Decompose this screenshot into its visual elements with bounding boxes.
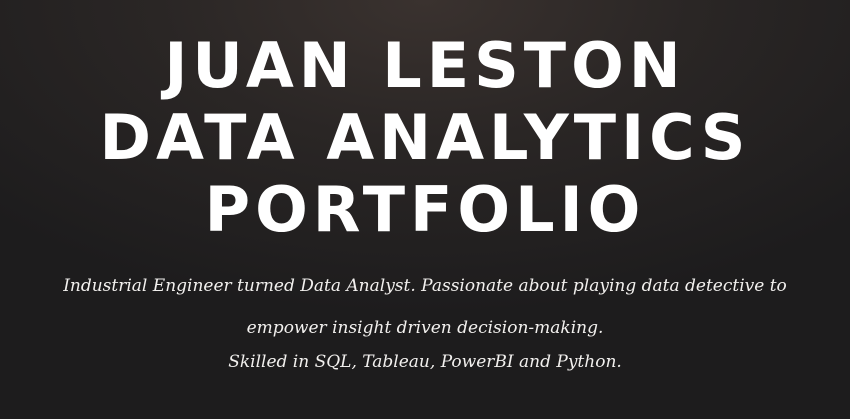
tagline-line-purpose: empower insight driven decision-making.	[246, 318, 604, 338]
page-title: JUAN LESTON DATA ANALYTICS PORTFOLIO	[0, 30, 850, 246]
title-line-portfolio: PORTFOLIO	[204, 173, 646, 246]
hero-section: JUAN LESTON DATA ANALYTICS PORTFOLIO Ind…	[0, 0, 850, 419]
tagline-line-skills: Skilled in SQL, Tableau, PowerBI and Pyt…	[228, 352, 622, 372]
tagline-line-intro: Industrial Engineer turned Data Analyst.…	[63, 276, 787, 296]
tagline: Industrial Engineer turned Data Analyst.…	[0, 272, 850, 376]
title-line-subject: DATA ANALYTICS	[99, 101, 751, 174]
title-line-name: JUAN LESTON	[164, 29, 686, 102]
